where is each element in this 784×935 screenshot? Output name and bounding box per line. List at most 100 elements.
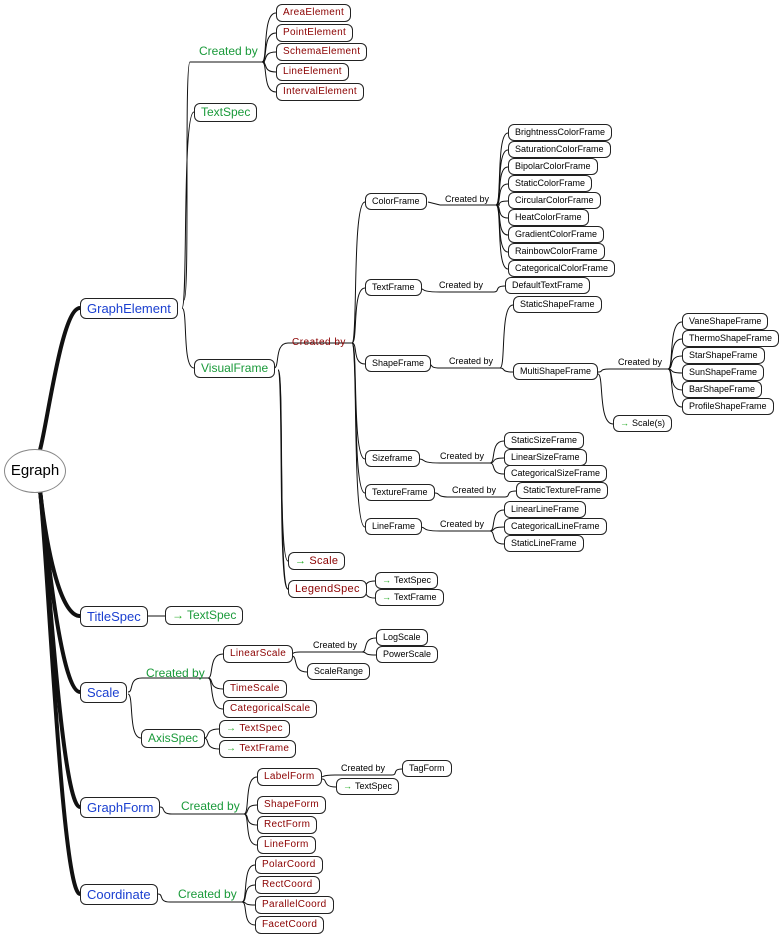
node-thermo-shape-frame[interactable]: ThermoShapeFrame xyxy=(682,330,780,347)
connector-curve xyxy=(207,653,224,679)
node-linear-size-frame[interactable]: LinearSizeFrame xyxy=(504,449,587,466)
node-brightness-color-frame[interactable]: BrightnessColorFrame xyxy=(508,124,613,141)
node-line-element[interactable]: LineElement xyxy=(276,63,349,81)
connector-curve xyxy=(243,776,258,815)
node-parallel-coord[interactable]: ParallelCoord xyxy=(255,896,334,914)
node-time-scale[interactable]: TimeScale xyxy=(223,680,287,698)
connector-curve xyxy=(504,490,517,498)
connector-curve xyxy=(157,893,171,903)
node-rect-form[interactable]: RectForm xyxy=(257,816,318,834)
connector-curve xyxy=(127,677,143,693)
node-static-texture-frame[interactable]: StaticTextureFrame xyxy=(516,482,609,499)
root-node-egraph[interactable]: Egraph xyxy=(4,449,66,493)
connector-curve xyxy=(351,201,366,344)
node-categorical-size-frame[interactable]: CategoricalSizeFrame xyxy=(504,465,608,482)
node-heat-color-frame[interactable]: HeatColorFrame xyxy=(508,209,589,226)
connector-curve xyxy=(361,651,377,656)
node-scale-range[interactable]: ScaleRange xyxy=(307,663,371,680)
node-power-scale[interactable]: PowerScale xyxy=(376,646,439,663)
node-scale[interactable]: Scale xyxy=(80,682,127,703)
node-legend-textspec-reference[interactable]: → TextSpec xyxy=(375,572,439,589)
node-categorical-line-frame[interactable]: CategoricalLineFrame xyxy=(504,518,607,535)
connector-curve xyxy=(261,32,277,63)
node-categorical-color-frame[interactable]: CategoricalColorFrame xyxy=(508,260,616,277)
node-shape-frame[interactable]: ShapeFrame xyxy=(365,355,432,372)
node-title-spec[interactable]: TitleSpec xyxy=(80,606,148,627)
node-interval-element[interactable]: IntervalElement xyxy=(276,83,364,101)
node-axis-textspec-reference[interactable]: → TextSpec xyxy=(219,720,290,738)
label-created-by: Created by xyxy=(178,887,237,901)
node-bar-shape-frame[interactable]: BarShapeFrame xyxy=(682,381,763,398)
node-vane-shape-frame[interactable]: VaneShapeFrame xyxy=(682,313,769,330)
node-label: Scale xyxy=(309,555,339,567)
node-axis-spec[interactable]: AxisSpec xyxy=(141,729,206,748)
node-rainbow-color-frame[interactable]: RainbowColorFrame xyxy=(508,243,605,260)
node-static-color-frame[interactable]: StaticColorFrame xyxy=(508,175,593,192)
node-label: TextFrame xyxy=(239,743,290,754)
node-linear-line-frame[interactable]: LinearLineFrame xyxy=(504,501,587,518)
link-arrow-icon: → xyxy=(382,592,391,602)
node-graph-element[interactable]: GraphElement xyxy=(80,298,178,319)
connector-curve xyxy=(495,132,509,206)
node-scale-reference[interactable]: → Scale xyxy=(288,552,346,570)
node-title-textspec-reference[interactable]: → TextSpec xyxy=(165,606,244,625)
node-line-form[interactable]: LineForm xyxy=(257,836,316,854)
node-graph-form[interactable]: GraphForm xyxy=(80,797,161,818)
connector-curve xyxy=(495,149,509,206)
node-texture-frame[interactable]: TextureFrame xyxy=(365,484,435,501)
node-static-shape-frame[interactable]: StaticShapeFrame xyxy=(513,296,602,313)
link-arrow-icon: → xyxy=(172,608,184,622)
node-bipolar-color-frame[interactable]: BipolarColorFrame xyxy=(508,158,598,175)
node-tag-form[interactable]: TagForm xyxy=(402,760,452,777)
node-color-frame[interactable]: ColorFrame xyxy=(365,193,427,210)
node-sun-shape-frame[interactable]: SunShapeFrame xyxy=(682,364,765,381)
connector-curve xyxy=(419,526,441,532)
node-scales-reference[interactable]: → Scale(s) xyxy=(613,415,673,432)
node-line-frame[interactable]: LineFrame xyxy=(365,518,423,535)
connector-curve xyxy=(434,492,451,498)
node-static-line-frame[interactable]: StaticLineFrame xyxy=(504,535,584,552)
connector-curve xyxy=(291,655,308,673)
node-log-scale[interactable]: LogScale xyxy=(376,629,428,646)
node-profile-shape-frame[interactable]: ProfileShapeFrame xyxy=(682,398,774,415)
connector-curve xyxy=(243,813,258,846)
connector-curve xyxy=(667,338,683,370)
node-point-element[interactable]: PointElement xyxy=(276,24,354,42)
node-static-size-frame[interactable]: StaticSizeFrame xyxy=(504,432,585,449)
label-created-by: Created by xyxy=(440,519,485,529)
node-legend-textframe-reference[interactable]: → TextFrame xyxy=(375,589,444,606)
node-star-shape-frame[interactable]: StarShapeFrame xyxy=(682,347,765,364)
node-coordinate[interactable]: Coordinate xyxy=(80,884,158,905)
connector-curve xyxy=(207,677,224,710)
connector-curve xyxy=(203,728,220,739)
node-linear-scale[interactable]: LinearScale xyxy=(223,645,294,663)
node-size-frame[interactable]: Sizeframe xyxy=(365,450,420,467)
node-label-form[interactable]: LabelForm xyxy=(257,768,322,786)
node-text-spec[interactable]: TextSpec xyxy=(194,103,258,122)
node-categorical-scale[interactable]: CategoricalScale xyxy=(223,700,318,718)
connector-curve xyxy=(493,285,506,293)
connector-curve xyxy=(181,307,195,369)
connector-curve xyxy=(418,458,441,464)
node-multi-shape-frame[interactable]: MultiShapeFrame xyxy=(513,363,599,380)
connector-curve xyxy=(495,204,509,270)
node-polar-coord[interactable]: PolarCoord xyxy=(255,856,323,874)
connector-curve xyxy=(351,342,366,528)
node-gradient-color-frame[interactable]: GradientColorFrame xyxy=(508,226,605,243)
node-default-text-frame[interactable]: DefaultTextFrame xyxy=(505,277,591,294)
node-schema-element[interactable]: SchemaElement xyxy=(276,43,368,61)
node-shape-form[interactable]: ShapeForm xyxy=(257,796,326,814)
node-rect-coord[interactable]: RectCoord xyxy=(255,876,320,894)
connector-curve xyxy=(203,737,220,750)
node-legend-spec[interactable]: LegendSpec xyxy=(288,580,367,598)
node-saturation-color-frame[interactable]: SaturationColorFrame xyxy=(508,141,611,158)
node-circular-color-frame[interactable]: CircularColorFrame xyxy=(508,192,601,209)
node-text-frame[interactable]: TextFrame xyxy=(365,279,422,296)
node-visual-frame[interactable]: VisualFrame xyxy=(194,359,276,378)
connector-curve xyxy=(361,637,377,653)
node-axis-textframe-reference[interactable]: → TextFrame xyxy=(219,740,297,758)
connector-curve xyxy=(38,306,81,451)
node-facet-coord[interactable]: FacetCoord xyxy=(255,916,325,934)
node-area-element[interactable]: AreaElement xyxy=(276,4,352,22)
node-labelform-textspec-reference[interactable]: → TextSpec xyxy=(336,778,400,795)
